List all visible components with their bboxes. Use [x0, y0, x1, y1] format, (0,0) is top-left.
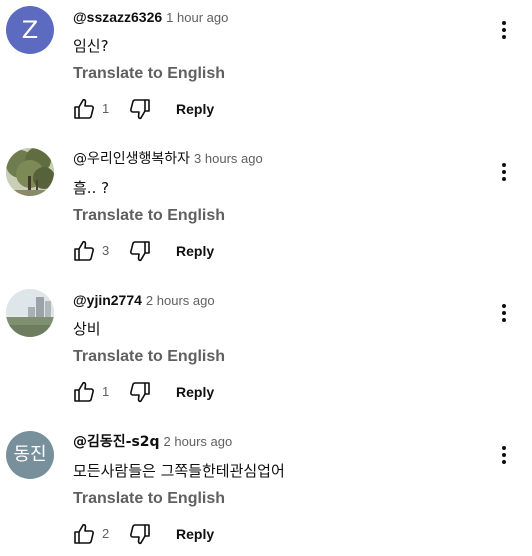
avatar-letter: 동진: [13, 444, 47, 465]
author-name[interactable]: @우리인생행복하자: [73, 151, 190, 167]
more-vert-icon: [502, 21, 506, 39]
reply-button[interactable]: Reply: [176, 99, 214, 119]
more-vert-icon: [502, 304, 506, 322]
avatar[interactable]: 동진: [6, 431, 54, 479]
avatar[interactable]: [6, 289, 54, 337]
comment-time[interactable]: 2 hours ago: [146, 293, 215, 308]
comment-header: @yjin2774 2 hours ago: [73, 291, 215, 310]
more-actions-button[interactable]: [490, 299, 518, 327]
more-vert-icon: [502, 446, 506, 464]
comment-time[interactable]: 2 hours ago: [164, 434, 233, 449]
like-count: 1: [102, 384, 110, 399]
like-count: 1: [102, 101, 110, 116]
like-button[interactable]: [70, 376, 98, 408]
comment-header: @sszazz6326 1 hour ago: [73, 8, 228, 27]
comment-time[interactable]: 1 hour ago: [166, 10, 228, 25]
comment-thread: Z @sszazz6326 1 hour ago 임신? Translate to…: [0, 0, 532, 140]
comment-text: 모든사람들은 그쪽들한테관심업어: [73, 462, 285, 480]
more-actions-button[interactable]: [490, 16, 518, 44]
more-vert-icon: [502, 163, 506, 181]
avatar-photo-city: [6, 289, 54, 337]
comment-text: 상비: [73, 320, 101, 338]
more-actions-button[interactable]: [490, 441, 518, 469]
thumb-down-icon: [130, 241, 150, 262]
thumb-up-icon: [74, 523, 94, 544]
comment-actions: 1 Reply: [70, 376, 270, 408]
comment-actions: 1 Reply: [70, 93, 270, 125]
avatar-letter: Z: [21, 16, 39, 44]
translate-link[interactable]: Translate to English: [73, 489, 225, 509]
comment-actions: 2 Reply: [70, 518, 270, 550]
reply-button[interactable]: Reply: [176, 524, 214, 544]
comment-header: @김동진-s2q 2 hours ago: [73, 433, 232, 451]
comment-time[interactable]: 3 hours ago: [194, 151, 263, 166]
like-button[interactable]: [70, 518, 98, 550]
comment-actions: 3 Reply: [70, 235, 270, 267]
translate-link[interactable]: Translate to English: [73, 206, 225, 226]
avatar-photo-tree: [6, 148, 54, 196]
author-name[interactable]: @yjin2774: [73, 292, 142, 308]
thumb-down-icon: [130, 382, 150, 403]
comment-text: 임신?: [73, 37, 109, 55]
avatar[interactable]: [6, 148, 54, 196]
dislike-button[interactable]: [126, 518, 154, 550]
comment-thread: @우리인생행복하자 3 hours ago 흠.. ? Translate to …: [0, 142, 532, 282]
comment-list: Z @sszazz6326 1 hour ago 임신? Translate to…: [0, 0, 532, 556]
thumb-down-icon: [130, 524, 150, 545]
thumb-down-icon: [130, 99, 150, 120]
translate-link[interactable]: Translate to English: [73, 64, 225, 84]
author-name[interactable]: @김동진-s2q: [73, 434, 160, 450]
dislike-button[interactable]: [126, 376, 154, 408]
like-button[interactable]: [70, 235, 98, 267]
thumb-up-icon: [74, 98, 94, 119]
thumb-up-icon: [74, 240, 94, 261]
reply-button[interactable]: Reply: [176, 241, 214, 261]
like-count: 3: [102, 243, 110, 258]
dislike-button[interactable]: [126, 235, 154, 267]
comment-thread: 동진 @김동진-s2q 2 hours ago 모든사람들은 그쪽들한테관심업어 …: [0, 425, 532, 556]
comment-header: @우리인생행복하자 3 hours ago: [73, 150, 263, 168]
comment-text: 흠.. ?: [73, 179, 110, 197]
dislike-button[interactable]: [126, 93, 154, 125]
like-button[interactable]: [70, 93, 98, 125]
more-actions-button[interactable]: [490, 158, 518, 186]
thumb-up-icon: [74, 381, 94, 402]
translate-link[interactable]: Translate to English: [73, 347, 225, 367]
like-count: 2: [102, 526, 110, 541]
comment-thread: @yjin2774 2 hours ago 상비 Translate to Eng…: [0, 283, 532, 423]
avatar[interactable]: Z: [6, 6, 54, 54]
reply-button[interactable]: Reply: [176, 382, 214, 402]
author-name[interactable]: @sszazz6326: [73, 9, 162, 25]
